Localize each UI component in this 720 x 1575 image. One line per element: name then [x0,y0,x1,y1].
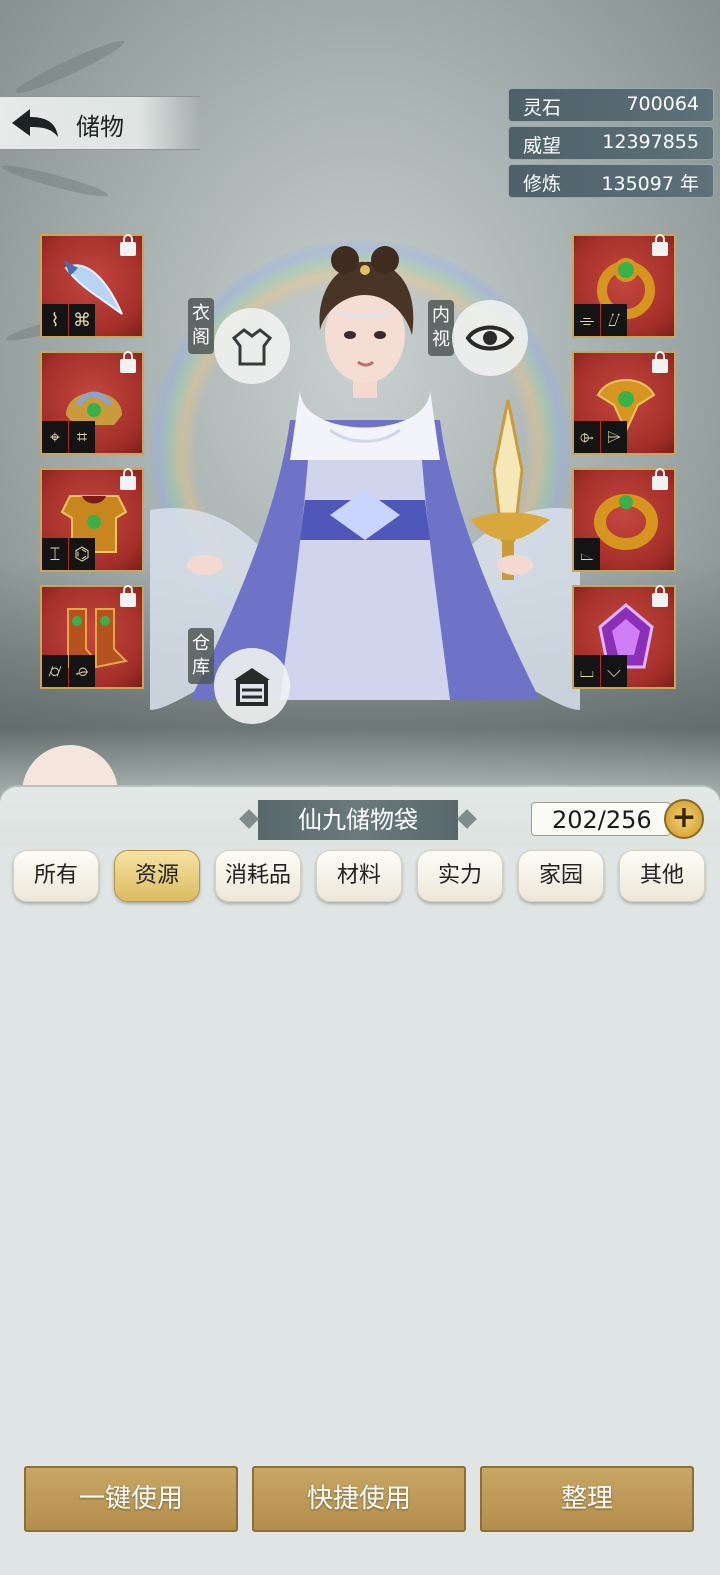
rune-glyph: ⌮ [69,655,95,687]
use-all-button[interactable]: 一键使用 [24,1466,238,1532]
rune-glyph: ⌘ [69,304,95,336]
resource-value: 12397855 [602,131,699,153]
tab-all[interactable]: 所有 [13,850,99,902]
rune-glyph: ⌲ [601,421,627,453]
bag-title: 仙九储物袋 [258,800,458,840]
rune-glyph: ⌰ [601,304,627,336]
rune-glyphs: ⌶ ⌬ [42,538,96,570]
bag-capacity: 202/256 [531,802,671,836]
equipment-slot-boots[interactable]: ⌭ ⌮ [40,585,144,689]
rune-glyphs: ⌯ ⌰ [574,304,628,336]
equipment-slot-weapon[interactable]: ⌇ ⌘ [40,234,144,338]
rune-glyph: ⌖ [42,421,68,453]
rune-glyph: ⌬ [69,538,95,570]
resource-value: 700064 [626,93,699,115]
rune-glyph: ⌶ [42,538,68,570]
equipment-slot-talisman[interactable]: ⌴ ⌵ [572,585,676,689]
equipment-slot-armor[interactable]: ⌶ ⌬ [40,468,144,572]
rune-glyphs: ⌱ ⌲ [574,421,628,453]
lock-icon [652,351,668,373]
page-title: 储物 [76,113,124,141]
rune-glyph: ⌯ [574,304,600,336]
tab-consumables[interactable]: 消耗品 [215,850,301,902]
plus-icon: + [671,800,697,835]
rune-glyphs: ⌳ [574,538,601,570]
inner-view-button[interactable] [452,300,528,376]
item-list-area[interactable] [0,906,720,1456]
resource-spirit-stone: 灵石 700064 [508,88,714,122]
lock-icon [120,468,136,490]
tab-homestead[interactable]: 家园 [518,850,604,902]
rune-glyph: ⌇ [42,304,68,336]
bamboo-leaf-decor [12,35,128,99]
tab-materials[interactable]: 材料 [316,850,402,902]
tab-other[interactable]: 其他 [619,850,705,902]
equipment-slot-helmet[interactable]: ⌖ ⌗ [40,351,144,455]
equipment-slot-ring[interactable]: ⌯ ⌰ [572,234,676,338]
resource-value: 135097 年 [601,173,699,195]
inner-view-label: 内视 [428,300,454,356]
header-bar: 储物 [0,96,200,150]
rune-glyphs: ⌇ ⌘ [42,304,96,336]
rune-glyph: ⌵ [601,655,627,687]
warehouse-icon [234,668,270,706]
robe-icon [231,328,273,366]
warehouse-button[interactable] [214,648,290,724]
rune-glyph: ⌱ [574,421,600,453]
eye-icon [465,325,515,351]
equipment-slot-necklace[interactable]: ⌱ ⌲ [572,351,676,455]
tab-resources[interactable]: 资源 [114,850,200,902]
lock-icon [652,585,668,607]
sort-button[interactable]: 整理 [480,1466,694,1532]
lock-icon [120,351,136,373]
rune-glyphs: ⌭ ⌮ [42,655,96,687]
rune-glyph: ⌗ [69,421,95,453]
quick-use-button[interactable]: 快捷使用 [252,1466,466,1532]
tab-power[interactable]: 实力 [417,850,503,902]
rune-glyph: ⌭ [42,655,68,687]
resource-prestige: 威望 12397855 [508,126,714,160]
resource-label: 威望 [523,135,562,157]
lock-icon [652,468,668,490]
rune-glyphs: ⌴ ⌵ [574,655,628,687]
warehouse-label: 仓库 [188,628,214,684]
wardrobe-label: 衣阁 [188,298,214,354]
resource-label: 修炼 [523,173,562,195]
resource-cultivation: 修炼 135097 年 [508,164,714,198]
wardrobe-button[interactable] [214,308,290,384]
lock-icon [120,234,136,256]
bamboo-leaf-decor [0,160,110,202]
equipment-slot-bracelet[interactable]: ⌳ [572,468,676,572]
resource-label: 灵石 [523,97,562,119]
rune-glyph: ⌴ [574,655,600,687]
lock-icon [120,585,136,607]
expand-capacity-button[interactable]: + [664,799,704,839]
rune-glyph: ⌳ [574,538,600,570]
back-arrow-icon[interactable] [8,105,62,141]
rune-glyphs: ⌖ ⌗ [42,421,96,453]
lock-icon [652,234,668,256]
